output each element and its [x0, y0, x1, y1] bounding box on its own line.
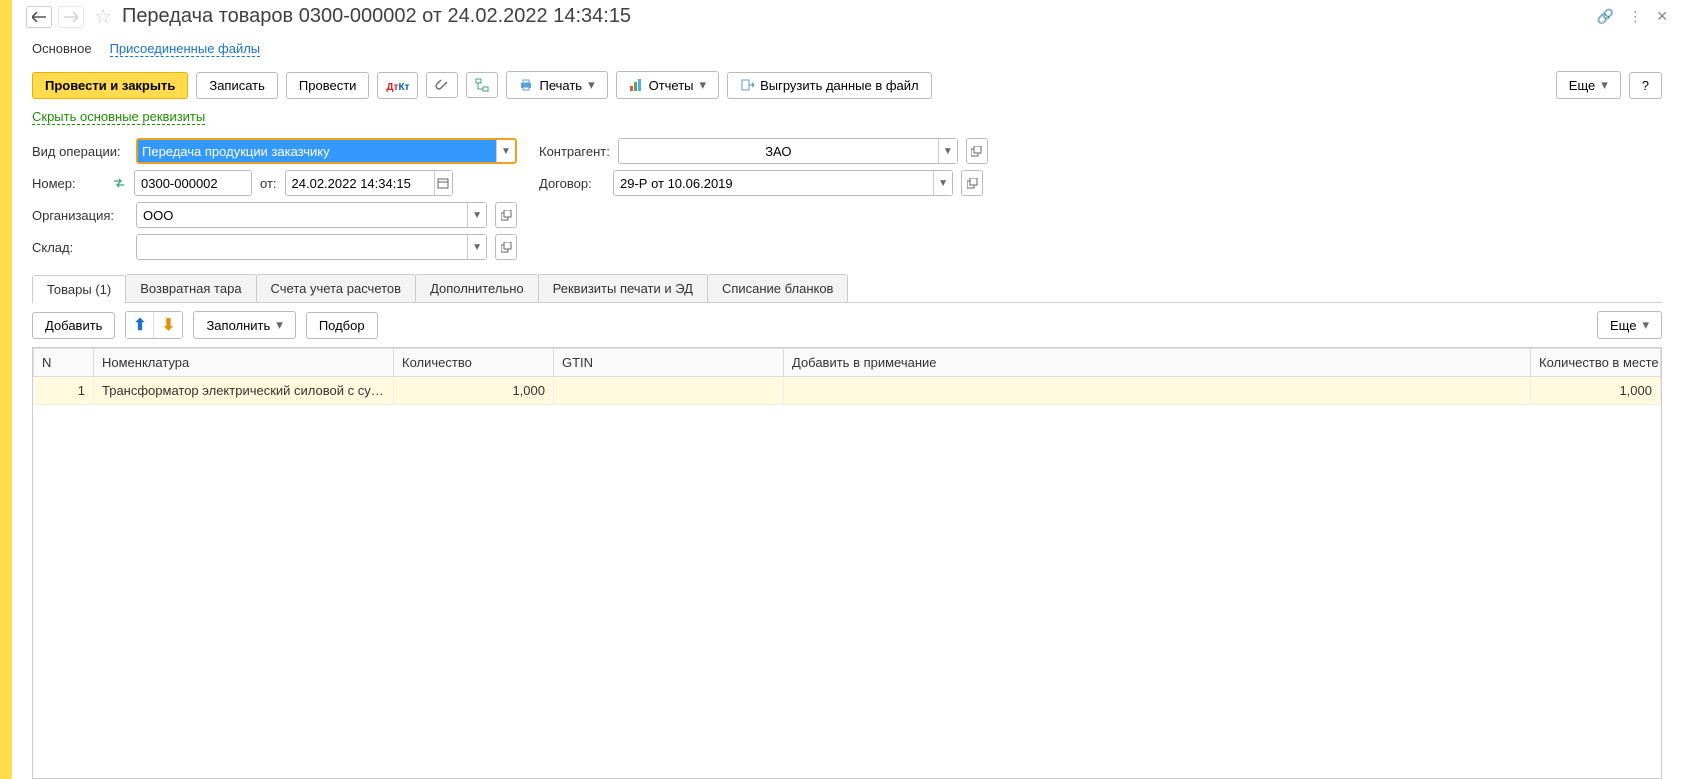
- org-input[interactable]: ▼: [136, 202, 487, 228]
- table-row[interactable]: 1 Трансформатор электрический силовой с …: [34, 377, 1661, 405]
- col-nom[interactable]: Номенклатура: [94, 349, 394, 377]
- op-type-input[interactable]: ▼: [136, 138, 517, 164]
- save-button[interactable]: Записать: [196, 72, 278, 99]
- titlebar: ☆ Передача товаров 0300-000002 от 24.02.…: [12, 0, 1682, 31]
- favorite-star-icon[interactable]: ☆: [94, 4, 112, 29]
- num-refresh-icon[interactable]: [112, 176, 126, 190]
- contract-dropdown-icon[interactable]: ▼: [933, 171, 952, 195]
- contract-input[interactable]: ▼: [613, 170, 953, 196]
- org-dropdown-icon[interactable]: ▼: [467, 203, 486, 227]
- num-field[interactable]: [135, 171, 251, 195]
- nav-files-link[interactable]: Присоединенные файлы: [110, 41, 261, 57]
- cell-nom[interactable]: Трансформатор электрический силовой с су…: [94, 377, 394, 405]
- partner-open-button[interactable]: [966, 138, 988, 164]
- from-label: от:: [260, 176, 277, 191]
- cell-note[interactable]: [784, 377, 1531, 405]
- nav-links: Основное Присоединенные файлы: [12, 31, 1682, 63]
- wh-open-button[interactable]: [495, 234, 517, 260]
- nav-back-button[interactable]: [26, 6, 52, 28]
- tab-extra[interactable]: Дополнительно: [415, 274, 539, 302]
- structure-button[interactable]: [466, 72, 498, 98]
- move-row-group: ⬆ ⬇: [125, 311, 183, 339]
- export-button[interactable]: Выгрузить данные в файл: [727, 72, 932, 99]
- org-label: Организация:: [32, 208, 128, 223]
- table-more-button[interactable]: Еще: [1597, 311, 1662, 339]
- wh-field[interactable]: [137, 235, 467, 259]
- add-row-button[interactable]: Добавить: [32, 312, 115, 339]
- op-type-dropdown-icon[interactable]: ▼: [496, 140, 515, 162]
- kebab-menu-icon[interactable]: ⋮: [1628, 8, 1642, 25]
- pick-button[interactable]: Подбор: [306, 312, 378, 339]
- open-icon: [971, 146, 982, 157]
- open-icon: [501, 242, 512, 253]
- tab-tare[interactable]: Возвратная тара: [125, 274, 256, 302]
- wh-input[interactable]: ▼: [136, 234, 487, 260]
- col-n[interactable]: N: [34, 349, 94, 377]
- printer-icon: [519, 78, 533, 92]
- cell-n[interactable]: 1: [34, 377, 94, 405]
- col-gtin[interactable]: GTIN: [554, 349, 784, 377]
- fill-button[interactable]: Заполнить: [193, 311, 295, 339]
- nav-forward-button[interactable]: [58, 6, 84, 28]
- more-button[interactable]: Еще: [1556, 71, 1621, 99]
- dtkt-button[interactable]: ДтКт: [377, 72, 418, 99]
- reports-button[interactable]: Отчеты: [616, 71, 719, 99]
- partner-input[interactable]: ▼: [618, 138, 958, 164]
- attach-button[interactable]: [426, 72, 458, 98]
- org-open-button[interactable]: [495, 202, 517, 228]
- tab-blanks[interactable]: Списание бланков: [707, 274, 849, 302]
- date-input[interactable]: [285, 170, 453, 196]
- export-label: Выгрузить данные в файл: [760, 78, 919, 93]
- op-label: Вид операции:: [32, 144, 128, 159]
- help-button[interactable]: ?: [1629, 72, 1662, 99]
- partner-dropdown-icon[interactable]: ▼: [938, 139, 957, 163]
- cell-qty[interactable]: 1,000: [394, 377, 554, 405]
- reports-label: Отчеты: [649, 78, 694, 93]
- form: Вид операции: ▼ Контрагент: ▼: [12, 128, 1682, 270]
- app-accent-strip: [0, 0, 12, 779]
- paperclip-icon: [435, 78, 449, 92]
- tab-goods[interactable]: Товары (1): [32, 275, 126, 303]
- tab-print-req[interactable]: Реквизиты печати и ЭД: [538, 274, 708, 302]
- tabs: Товары (1) Возвратная тара Счета учета р…: [32, 274, 1662, 303]
- num-label: Номер:: [32, 176, 104, 191]
- post-and-close-button[interactable]: Провести и закрыть: [32, 72, 188, 99]
- hide-details-link[interactable]: Скрыть основные реквизиты: [32, 109, 205, 125]
- cell-gtin[interactable]: [554, 377, 784, 405]
- date-field[interactable]: [286, 171, 434, 195]
- tree-icon: [475, 78, 489, 92]
- link-icon[interactable]: 🔗: [1597, 8, 1614, 25]
- goods-table: N Номенклатура Количество GTIN Добавить …: [32, 347, 1662, 779]
- print-label: Печать: [539, 78, 582, 93]
- col-qty-place[interactable]: Количество в месте: [1531, 349, 1661, 377]
- table-toolbar: Добавить ⬆ ⬇ Заполнить Подбор Еще: [12, 303, 1682, 347]
- post-button[interactable]: Провести: [286, 72, 370, 99]
- export-icon: [740, 78, 754, 92]
- move-down-button[interactable]: ⬇: [154, 312, 182, 338]
- calendar-icon[interactable]: [434, 171, 452, 195]
- wh-label: Склад:: [32, 240, 128, 255]
- partner-field[interactable]: [619, 139, 938, 163]
- cell-qty-place[interactable]: 1,000: [1531, 377, 1661, 405]
- col-qty[interactable]: Количество: [394, 349, 554, 377]
- op-type-field[interactable]: [138, 140, 496, 162]
- num-input[interactable]: [134, 170, 252, 196]
- open-icon: [501, 210, 512, 221]
- org-field[interactable]: [137, 203, 467, 227]
- document-title: Передача товаров 0300-000002 от 24.02.20…: [122, 5, 1591, 28]
- command-toolbar: Провести и закрыть Записать Провести ДтК…: [12, 63, 1682, 105]
- open-icon: [967, 178, 978, 189]
- print-button[interactable]: Печать: [506, 71, 607, 99]
- nav-main-link[interactable]: Основное: [32, 41, 92, 57]
- move-up-button[interactable]: ⬆: [126, 312, 154, 338]
- col-note[interactable]: Добавить в примечание: [784, 349, 1531, 377]
- tab-accounts[interactable]: Счета учета расчетов: [256, 274, 417, 302]
- wh-dropdown-icon[interactable]: ▼: [467, 235, 486, 259]
- partner-label: Контрагент:: [539, 144, 610, 159]
- contract-open-button[interactable]: [961, 170, 983, 196]
- contract-label: Договор:: [539, 176, 605, 191]
- contract-field[interactable]: [614, 171, 933, 195]
- chart-icon: [629, 78, 643, 92]
- close-icon[interactable]: ✕: [1656, 8, 1668, 25]
